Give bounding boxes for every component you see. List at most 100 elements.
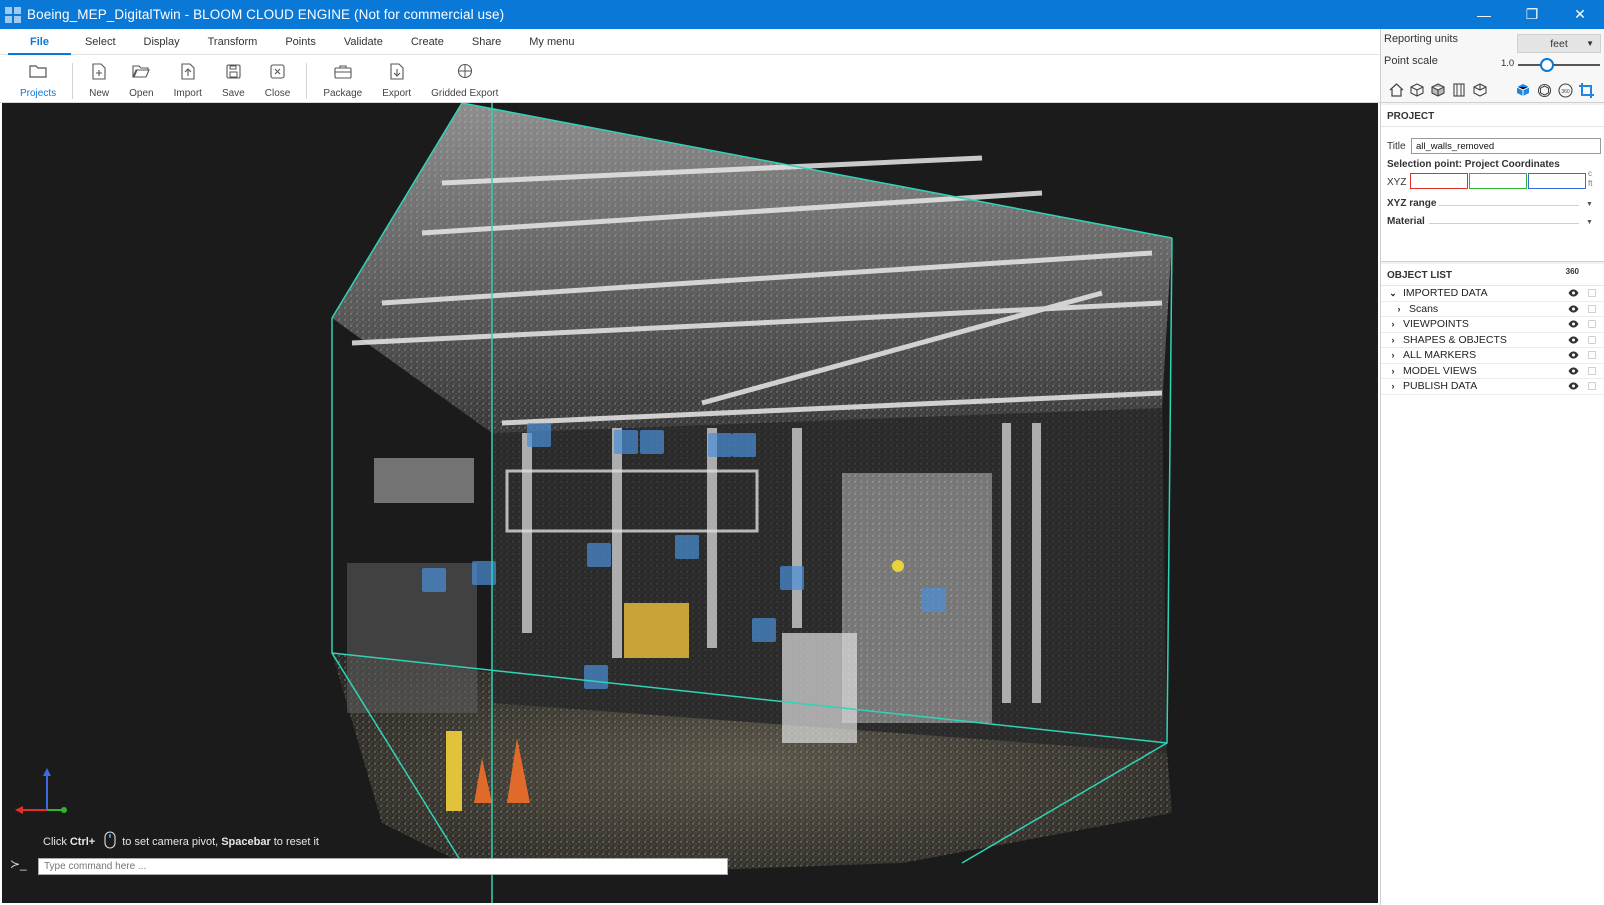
import-button[interactable]: Import xyxy=(174,61,202,99)
tree-item-imported-data[interactable]: ⌄ IMPORTED DATA xyxy=(1381,286,1604,302)
scan-marker[interactable] xyxy=(675,535,699,559)
scan-marker[interactable] xyxy=(752,618,776,642)
point-cloud-scene[interactable] xyxy=(2,103,1378,903)
point-scale-track[interactable] xyxy=(1518,64,1600,66)
command-input[interactable] xyxy=(38,858,728,875)
tab-create[interactable]: Create xyxy=(397,29,458,55)
mouse-icon xyxy=(104,831,116,852)
ductwork-points xyxy=(374,458,474,503)
chevron-down-icon[interactable]: ⌄ xyxy=(1387,288,1399,299)
scan-marker[interactable] xyxy=(614,430,638,454)
360-view-icon[interactable]: 360 xyxy=(1556,81,1574,99)
package-button[interactable]: Package xyxy=(323,61,362,99)
open-button[interactable]: Open xyxy=(129,61,154,99)
chevron-right-icon[interactable]: › xyxy=(1393,304,1405,314)
scan-marker[interactable] xyxy=(584,665,608,689)
tree-item-shapes-objects[interactable]: › SHAPES & OBJECTS xyxy=(1381,333,1604,348)
x-coordinate-input[interactable] xyxy=(1410,173,1468,189)
save-button[interactable]: Save xyxy=(222,61,245,99)
projects-button[interactable]: Projects xyxy=(20,61,56,99)
gridded-export-button[interactable]: Gridded Export xyxy=(431,61,498,99)
tab-share[interactable]: Share xyxy=(458,29,515,55)
export-button[interactable]: Export xyxy=(382,61,411,99)
eye-icon[interactable] xyxy=(1568,304,1579,316)
view-mode-icons: 360 xyxy=(1387,81,1598,99)
command-prompt-icon: ≻_ xyxy=(10,857,27,871)
lock-icon[interactable] xyxy=(1588,335,1596,344)
scan-marker[interactable] xyxy=(732,433,756,457)
scan-marker[interactable] xyxy=(780,566,804,590)
scan-marker[interactable] xyxy=(587,543,611,567)
tree-item-all-markers[interactable]: › ALL MARKERS xyxy=(1381,348,1604,364)
eye-icon[interactable] xyxy=(1568,335,1579,347)
tab-file[interactable]: File xyxy=(8,29,71,55)
chevron-right-icon[interactable]: › xyxy=(1387,381,1399,391)
folder-icon xyxy=(28,61,48,81)
chevron-right-icon[interactable]: › xyxy=(1387,335,1399,345)
orbit-icon[interactable] xyxy=(1535,81,1553,99)
minimize-button[interactable]: — xyxy=(1460,0,1508,29)
scan-marker[interactable] xyxy=(708,433,732,457)
object-list-header: OBJECT LIST 360 xyxy=(1381,264,1604,286)
eye-icon[interactable] xyxy=(1568,381,1579,393)
eye-icon[interactable] xyxy=(1568,366,1579,378)
chevron-down-icon[interactable]: ▼ xyxy=(1586,219,1593,226)
eye-icon[interactable] xyxy=(1568,319,1579,331)
restore-button[interactable]: ❐ xyxy=(1508,0,1556,29)
tab-points[interactable]: Points xyxy=(271,29,330,55)
z-coordinate-input[interactable] xyxy=(1528,173,1586,189)
cube-front-view-icon[interactable] xyxy=(1429,81,1447,99)
point-scale-slider-thumb[interactable] xyxy=(1539,58,1554,72)
new-button[interactable]: New xyxy=(89,61,109,99)
crop-icon[interactable] xyxy=(1577,81,1595,99)
tree-item-model-views[interactable]: › MODEL VIEWS xyxy=(1381,364,1604,379)
tree-item-scans[interactable]: › Scans xyxy=(1381,302,1604,317)
360-icon[interactable]: 360 xyxy=(1566,267,1579,276)
y-coordinate-input[interactable] xyxy=(1469,173,1527,189)
app-logo-icon xyxy=(5,6,21,23)
xyz-range-dropdown[interactable] xyxy=(1439,205,1579,206)
chevron-down-icon[interactable]: ▼ xyxy=(1586,201,1593,208)
lock-icon[interactable] xyxy=(1588,289,1596,297)
scan-marker[interactable] xyxy=(640,430,664,454)
lock-icon[interactable] xyxy=(1588,320,1596,328)
scan-marker[interactable] xyxy=(922,588,946,612)
scan-marker[interactable] xyxy=(422,568,446,592)
tab-select[interactable]: Select xyxy=(71,29,130,55)
chevron-down-icon: ▼ xyxy=(1586,39,1594,48)
chevron-right-icon[interactable]: › xyxy=(1387,366,1399,376)
lock-icon[interactable] xyxy=(1588,366,1596,375)
eye-icon[interactable] xyxy=(1568,350,1579,362)
tab-my-menu[interactable]: My menu xyxy=(515,29,588,55)
bollard-points xyxy=(446,731,462,811)
close-window-button[interactable]: ✕ xyxy=(1556,0,1604,29)
lock-icon[interactable] xyxy=(1588,382,1596,390)
tab-transform[interactable]: Transform xyxy=(194,29,272,55)
cube-solid-icon[interactable] xyxy=(1514,81,1532,99)
point-scale-value: 1.0 xyxy=(1501,58,1515,69)
chevron-right-icon[interactable]: › xyxy=(1387,350,1399,360)
tree-item-viewpoints[interactable]: › VIEWPOINTS xyxy=(1381,317,1604,333)
home-view-icon[interactable] xyxy=(1387,81,1405,99)
scan-marker[interactable] xyxy=(527,423,551,447)
project-title-input[interactable] xyxy=(1411,138,1601,154)
tree-item-publish-data[interactable]: › PUBLISH DATA xyxy=(1381,379,1604,395)
cube-top-view-icon[interactable] xyxy=(1408,81,1426,99)
lock-icon[interactable] xyxy=(1588,351,1596,359)
tab-display[interactable]: Display xyxy=(130,29,194,55)
chevron-right-icon[interactable]: › xyxy=(1387,319,1399,329)
toolbar: Projects New Open Import Save Close Pack… xyxy=(0,55,1380,103)
point-cloud-viewport[interactable]: Click Ctrl+ to set camera pivot, Spaceba… xyxy=(2,103,1378,903)
title-bar: Boeing_MEP_DigitalTwin - BLOOM CLOUD ENG… xyxy=(0,0,1604,29)
reporting-units-select[interactable]: feet ▼ xyxy=(1517,34,1601,53)
cube-side-view-icon[interactable] xyxy=(1471,81,1489,99)
close-button[interactable]: Close xyxy=(265,61,290,99)
cylinder-view-icon[interactable] xyxy=(1450,81,1468,99)
tree-item-label: ALL MARKERS xyxy=(1403,349,1477,362)
gridded-export-label: Gridded Export xyxy=(431,88,499,99)
eye-icon[interactable] xyxy=(1568,288,1579,300)
tree-item-label: PUBLISH DATA xyxy=(1403,380,1478,393)
tab-validate[interactable]: Validate xyxy=(330,29,397,55)
lock-icon[interactable] xyxy=(1588,304,1596,313)
material-dropdown[interactable] xyxy=(1429,223,1579,224)
